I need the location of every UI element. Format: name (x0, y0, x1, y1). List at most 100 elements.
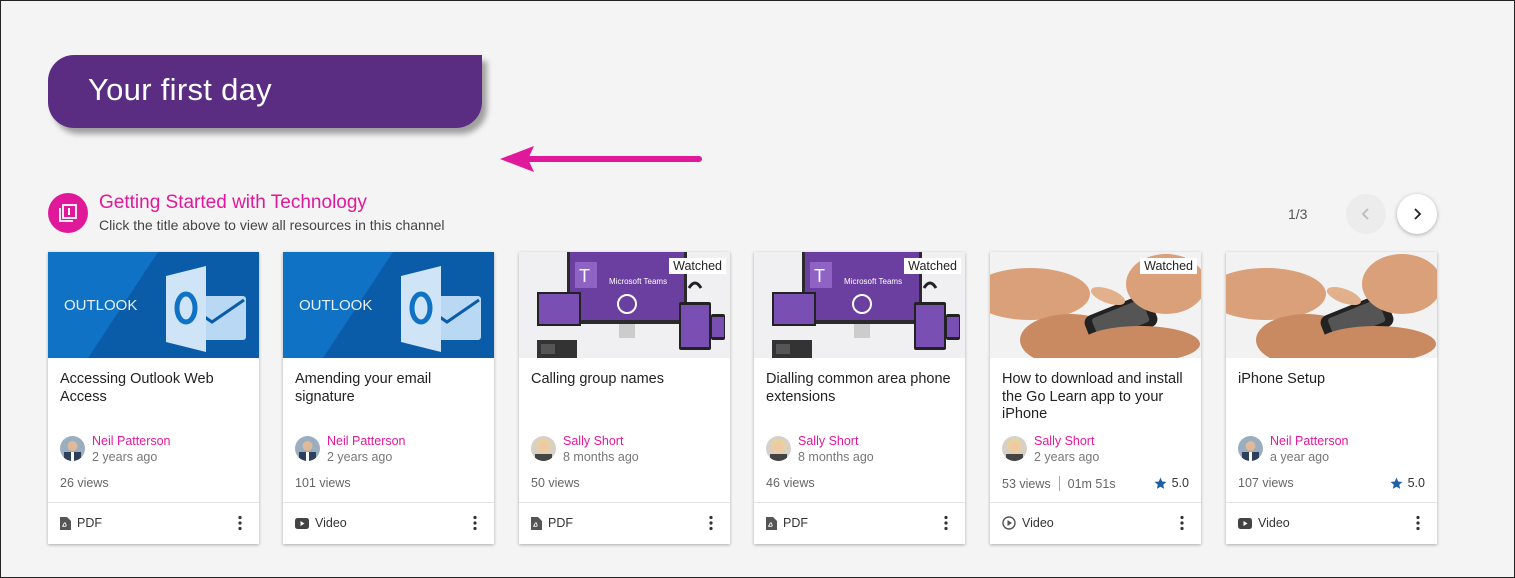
author-name[interactable]: Neil Patterson (92, 434, 171, 448)
more-options-icon[interactable] (1179, 515, 1185, 531)
avatar (60, 436, 85, 461)
more-options-icon[interactable] (472, 515, 478, 531)
avatar (531, 436, 556, 461)
card-divider (754, 502, 965, 503)
resource-card[interactable]: OUTLOOK Accessing Outlook Web Access Nei… (48, 252, 259, 544)
resource-thumbnail[interactable]: OUTLOOK (48, 252, 259, 358)
rating: 5.0 (1390, 476, 1425, 490)
rating: 5.0 (1154, 476, 1189, 490)
pdf-icon (766, 516, 777, 530)
meta-separator (1058, 476, 1060, 491)
resource-card[interactable]: iPhone Setup Neil Patterson a year ago 1… (1226, 252, 1437, 544)
resource-thumbnail[interactable]: T Microsoft Teams Watched (519, 252, 730, 358)
author-name[interactable]: Sally Short (563, 434, 623, 448)
resource-type-label: Video (1258, 516, 1290, 530)
chevron-left-icon (1361, 208, 1369, 220)
card-divider (519, 502, 730, 503)
next-page-button[interactable] (1397, 194, 1437, 234)
view-count: 46 views (766, 476, 815, 490)
author-name[interactable]: Neil Patterson (327, 434, 406, 448)
pdf-icon (531, 516, 542, 530)
chevron-right-icon (1414, 208, 1422, 220)
card-divider (48, 502, 259, 503)
thumb-text: Microsoft Teams (844, 277, 902, 286)
star-icon (1154, 477, 1167, 489)
rating-value: 5.0 (1171, 476, 1189, 490)
pointer-arrow (500, 146, 702, 172)
resource-title[interactable]: Amending your email signature (295, 371, 483, 406)
avatar (1002, 436, 1027, 461)
resource-meta: 107 views (1238, 476, 1294, 490)
author-name[interactable]: Sally Short (1034, 434, 1094, 448)
svg-text:T: T (579, 266, 590, 286)
channel-icon (48, 193, 88, 233)
published-time: 2 years ago (1034, 450, 1100, 464)
resource-type: PDF (531, 516, 573, 530)
published-time: a year ago (1270, 450, 1330, 464)
watched-badge: Watched (904, 258, 961, 274)
avatar (1238, 436, 1263, 461)
resource-type: PDF (60, 516, 102, 530)
view-count: 101 views (295, 476, 351, 490)
thumb-text: OUTLOOK (299, 297, 372, 314)
published-time: 8 months ago (798, 450, 874, 464)
more-options-icon[interactable] (237, 515, 243, 531)
resource-meta: 50 views (531, 476, 580, 490)
star-icon (1390, 477, 1403, 489)
thumb-text: OUTLOOK (64, 297, 137, 314)
resource-type-label: PDF (783, 516, 808, 530)
resource-title[interactable]: iPhone Setup (1238, 371, 1426, 389)
resource-type: PDF (766, 516, 808, 530)
resource-card[interactable]: T Microsoft Teams Watched Calling group … (519, 252, 730, 544)
channel-title-link[interactable]: Getting Started with Technology (99, 192, 367, 214)
duration: 01m 51s (1067, 476, 1116, 491)
rating-value: 5.0 (1407, 476, 1425, 490)
resource-type: Video (295, 516, 347, 530)
view-count: 50 views (531, 476, 580, 490)
resource-meta: 53 views 01m 51s (1002, 476, 1116, 491)
resource-thumbnail[interactable]: Watched (990, 252, 1201, 358)
resource-meta: 26 views (60, 476, 109, 490)
resource-type: Video (1002, 516, 1054, 530)
resource-title[interactable]: Dialling common area phone extensions (766, 371, 954, 406)
resource-card[interactable]: T Microsoft Teams Watched Dialling commo… (754, 252, 965, 544)
avatar (295, 436, 320, 461)
resource-thumbnail[interactable]: T Microsoft Teams Watched (754, 252, 965, 358)
author-name[interactable]: Sally Short (798, 434, 858, 448)
resource-meta: 101 views (295, 476, 351, 490)
card-divider (283, 502, 494, 503)
published-time: 2 years ago (92, 450, 158, 464)
resource-thumbnail[interactable]: OUTLOOK (283, 252, 494, 358)
more-options-icon[interactable] (943, 515, 949, 531)
published-time: 8 months ago (563, 450, 639, 464)
resource-type-label: Video (1022, 516, 1054, 530)
resource-meta: 46 views (766, 476, 815, 490)
more-options-icon[interactable] (708, 515, 714, 531)
card-divider (1226, 502, 1437, 503)
avatar (766, 436, 791, 461)
resource-thumbnail[interactable] (1226, 252, 1437, 358)
watched-badge: Watched (669, 258, 726, 274)
resource-card[interactable]: Watched How to download and install the … (990, 252, 1201, 544)
video-icon (1238, 517, 1252, 529)
resource-type-label: Video (315, 516, 347, 530)
resource-title[interactable]: How to download and install the Go Learn… (1002, 371, 1190, 424)
author-name[interactable]: Neil Patterson (1270, 434, 1349, 448)
more-options-icon[interactable] (1415, 515, 1421, 531)
resource-title[interactable]: Calling group names (531, 371, 719, 389)
resource-card[interactable]: OUTLOOK Amending your email signature Ne… (283, 252, 494, 544)
banner-title: Your first day (88, 72, 272, 107)
page-indicator: 1/3 (1288, 206, 1308, 222)
video-icon (295, 517, 309, 529)
thumb-text: Microsoft Teams (609, 277, 667, 286)
resource-title[interactable]: Accessing Outlook Web Access (60, 371, 248, 406)
resource-type: Video (1238, 516, 1290, 530)
play-circle-icon (1002, 516, 1016, 530)
resource-type-label: PDF (77, 516, 102, 530)
view-count: 53 views (1002, 476, 1051, 491)
previous-page-button[interactable] (1346, 194, 1386, 234)
card-divider (990, 502, 1201, 503)
channel-subtitle: Click the title above to view all resour… (99, 217, 445, 233)
svg-text:T: T (814, 266, 825, 286)
view-count: 107 views (1238, 476, 1294, 490)
